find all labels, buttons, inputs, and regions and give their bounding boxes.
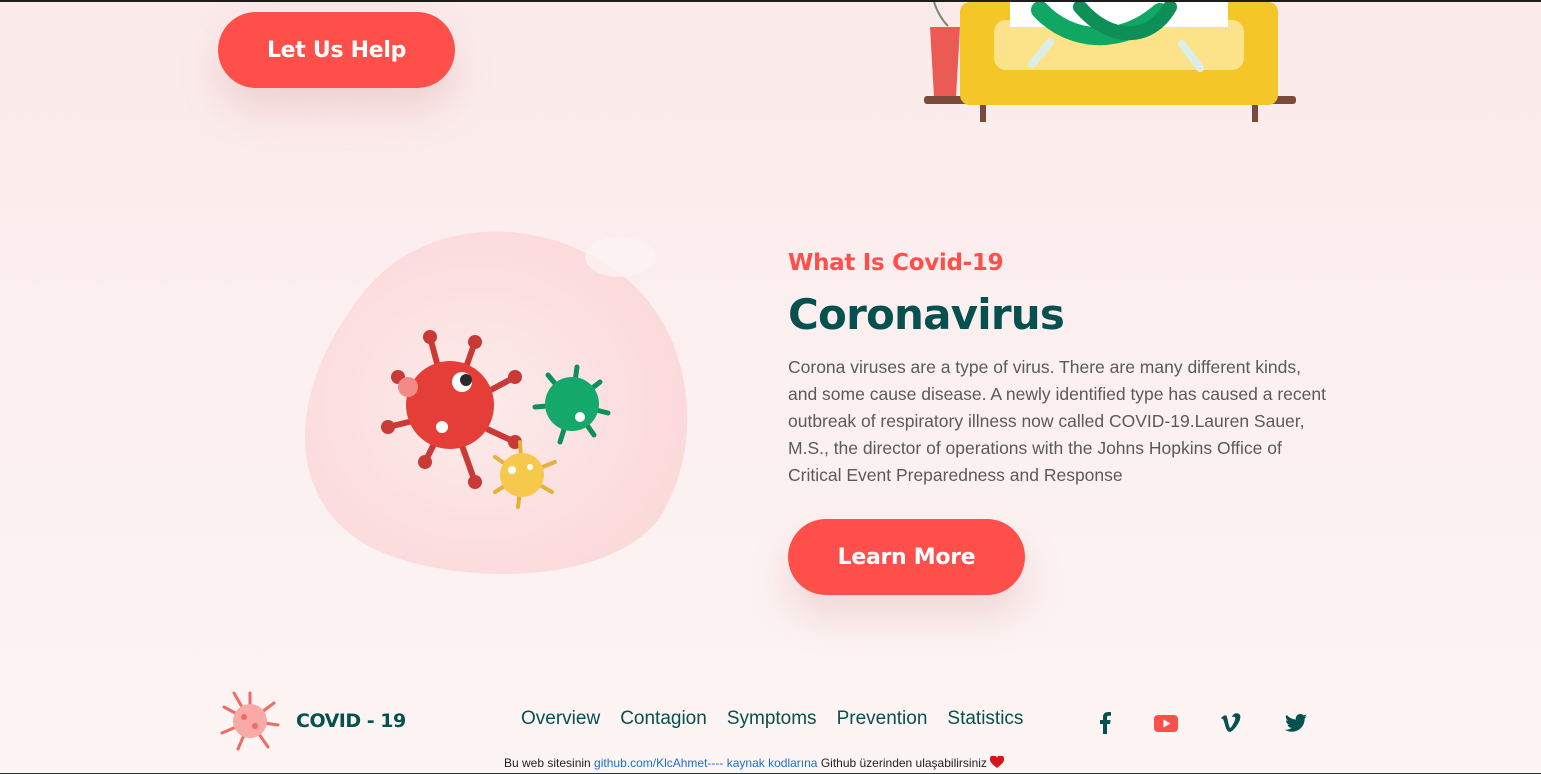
nav-contagion[interactable]: Contagion <box>620 708 707 730</box>
nav-prevention[interactable]: Prevention <box>837 708 928 730</box>
facebook-icon[interactable] <box>1092 710 1118 736</box>
credit-line: Bu web sitesinin github.com/KlcAhmet----… <box>504 755 1005 770</box>
section-eyebrow: What Is Covid-19 <box>788 250 1004 276</box>
twitter-icon[interactable] <box>1283 710 1309 736</box>
footer-nav: Overview Contagion Symptoms Prevention S… <box>521 708 1043 730</box>
hero-illustration <box>924 2 1296 122</box>
nav-symptoms[interactable]: Symptoms <box>727 708 817 730</box>
credit-suffix: Github üzerinden ulaşabilirsiniz <box>817 756 991 770</box>
vimeo-icon[interactable] <box>1218 710 1244 736</box>
virus-logo-icon <box>220 691 280 751</box>
section-title: Coronavirus <box>788 290 1065 339</box>
section-description: Corona viruses are a type of virus. Ther… <box>788 357 1326 485</box>
footer-logo-text: COVID - 19 <box>296 710 406 732</box>
let-us-help-button[interactable]: Let Us Help <box>218 12 455 88</box>
nav-statistics[interactable]: Statistics <box>947 708 1023 730</box>
heart-icon <box>990 755 1005 768</box>
learn-more-button[interactable]: Learn More <box>788 519 1025 595</box>
credit-prefix: Bu web sitesinin <box>504 756 595 770</box>
source-code-link[interactable]: github.com/KlcAhmet---- kaynak kodlarına <box>594 756 817 770</box>
nav-overview[interactable]: Overview <box>521 708 600 730</box>
youtube-icon[interactable] <box>1153 710 1179 736</box>
virus-illustration <box>305 231 688 575</box>
footer-logo[interactable]: COVID - 19 <box>218 689 406 753</box>
